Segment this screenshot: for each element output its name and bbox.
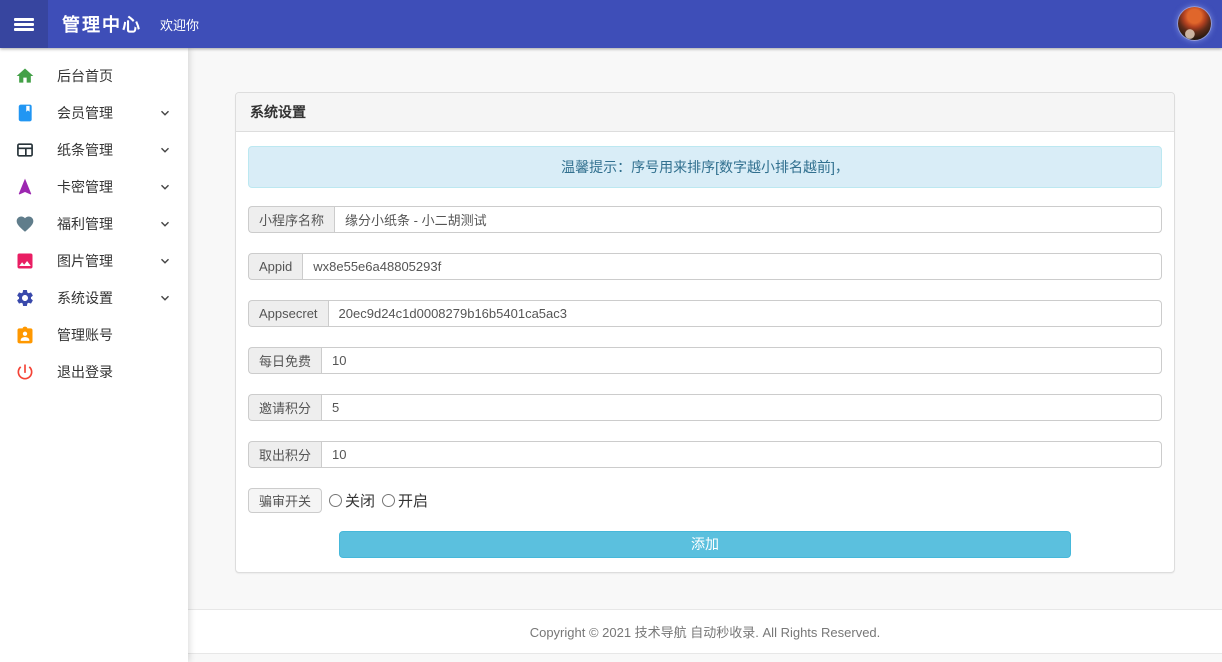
form-row-withdraw-points: 取出积分 <box>248 441 1162 468</box>
sidebar-item-logout[interactable]: 退出登录 <box>0 353 188 390</box>
field-label-withdraw-points: 取出积分 <box>248 441 321 468</box>
footer: Copyright © 2021 技术导航 自动秒收录. All Rights … <box>188 609 1222 654</box>
audit-on-radio[interactable] <box>382 494 395 507</box>
chevron-down-icon <box>158 106 172 120</box>
audit-off-radio[interactable] <box>329 494 342 507</box>
field-label-appid: Appid <box>248 253 302 280</box>
navigation-icon <box>15 177 35 197</box>
sidebar-item-settings[interactable]: 系统设置 <box>0 279 188 316</box>
hamburger-glyph <box>14 16 34 33</box>
copyright-text: Copyright © 2021 技术导航 自动秒收录. All Rights … <box>530 625 881 640</box>
sidebar-item-label: 福利管理 <box>57 214 158 234</box>
sidebar-item-label: 卡密管理 <box>57 177 158 197</box>
sidebar-item-notes[interactable]: 纸条管理 <box>0 131 188 168</box>
chevron-down-icon <box>158 254 172 268</box>
chevron-down-icon <box>158 143 172 157</box>
field-label-audit-switch: 骗审开关 <box>248 488 322 513</box>
form-row-audit-switch: 骗审开关 关闭 开启 <box>248 488 1162 513</box>
sidebar-item-label: 退出登录 <box>57 362 172 382</box>
add-button[interactable]: 添加 <box>339 531 1070 558</box>
sidebar-item-label: 纸条管理 <box>57 140 158 160</box>
sidebar-item-label: 管理账号 <box>57 325 172 345</box>
admin-screen: 管理中心 欢迎你 后台首页 会员管理 纸条管理 <box>0 0 1222 662</box>
gear-icon <box>15 288 35 308</box>
book-icon <box>15 103 35 123</box>
sidebar-item-members[interactable]: 会员管理 <box>0 94 188 131</box>
image-icon <box>15 251 35 271</box>
field-label-miniprogram-name: 小程序名称 <box>248 206 334 233</box>
field-label-appsecret: Appsecret <box>248 300 328 327</box>
app-title: 管理中心 <box>62 11 142 37</box>
power-icon <box>15 362 35 382</box>
sidebar-item-label: 图片管理 <box>57 251 158 271</box>
info-alert: 温馨提示：序号用来排序[数字越小排名越前]， <box>248 146 1162 188</box>
sidebar-item-label: 会员管理 <box>57 103 158 123</box>
sidebar: 后台首页 会员管理 纸条管理 卡密管理 <box>0 48 188 662</box>
sidebar-item-dashboard[interactable]: 后台首页 <box>0 57 188 94</box>
field-label-invite-points: 邀请积分 <box>248 394 321 421</box>
panel-body: 温馨提示：序号用来排序[数字越小排名越前]， 小程序名称 Appid Appse… <box>236 132 1174 572</box>
form-row-invite-points: 邀请积分 <box>248 394 1162 421</box>
sidebar-item-images[interactable]: 图片管理 <box>0 242 188 279</box>
radio-option-on[interactable]: 开启 <box>382 490 428 511</box>
sidebar-item-welfare[interactable]: 福利管理 <box>0 205 188 242</box>
form-row-appsecret: Appsecret <box>248 300 1162 327</box>
radio-option-on-label: 开启 <box>398 490 428 511</box>
field-label-daily-free: 每日免费 <box>248 347 321 374</box>
form-row-miniprogram-name: 小程序名称 <box>248 206 1162 233</box>
withdraw-points-input[interactable] <box>321 441 1162 468</box>
hamburger-icon[interactable] <box>0 0 48 48</box>
chevron-down-icon <box>158 291 172 305</box>
sidebar-item-cardkeys[interactable]: 卡密管理 <box>0 168 188 205</box>
main-content: 系统设置 温馨提示：序号用来排序[数字越小排名越前]， 小程序名称 Appid … <box>188 48 1222 662</box>
miniprogram-name-input[interactable] <box>334 206 1162 233</box>
radio-option-off[interactable]: 关闭 <box>329 490 375 511</box>
user-avatar[interactable] <box>1177 6 1212 41</box>
radio-option-off-label: 关闭 <box>345 490 375 511</box>
panel-title: 系统设置 <box>236 93 1174 132</box>
sidebar-item-admin-account[interactable]: 管理账号 <box>0 316 188 353</box>
card-icon <box>15 140 35 160</box>
topbar: 管理中心 欢迎你 <box>0 0 1222 48</box>
sidebar-item-label: 后台首页 <box>57 66 172 86</box>
badge-icon <box>15 325 35 345</box>
home-icon <box>15 66 35 86</box>
heart-icon <box>15 214 35 234</box>
sidebar-item-label: 系统设置 <box>57 288 158 308</box>
appsecret-input[interactable] <box>328 300 1162 327</box>
form-row-appid: Appid <box>248 253 1162 280</box>
daily-free-input[interactable] <box>321 347 1162 374</box>
chevron-down-icon <box>158 180 172 194</box>
form-row-daily-free: 每日免费 <box>248 347 1162 374</box>
settings-panel: 系统设置 温馨提示：序号用来排序[数字越小排名越前]， 小程序名称 Appid … <box>235 92 1175 573</box>
appid-input[interactable] <box>302 253 1162 280</box>
chevron-down-icon <box>158 217 172 231</box>
invite-points-input[interactable] <box>321 394 1162 421</box>
welcome-text: 欢迎你 <box>160 15 199 34</box>
